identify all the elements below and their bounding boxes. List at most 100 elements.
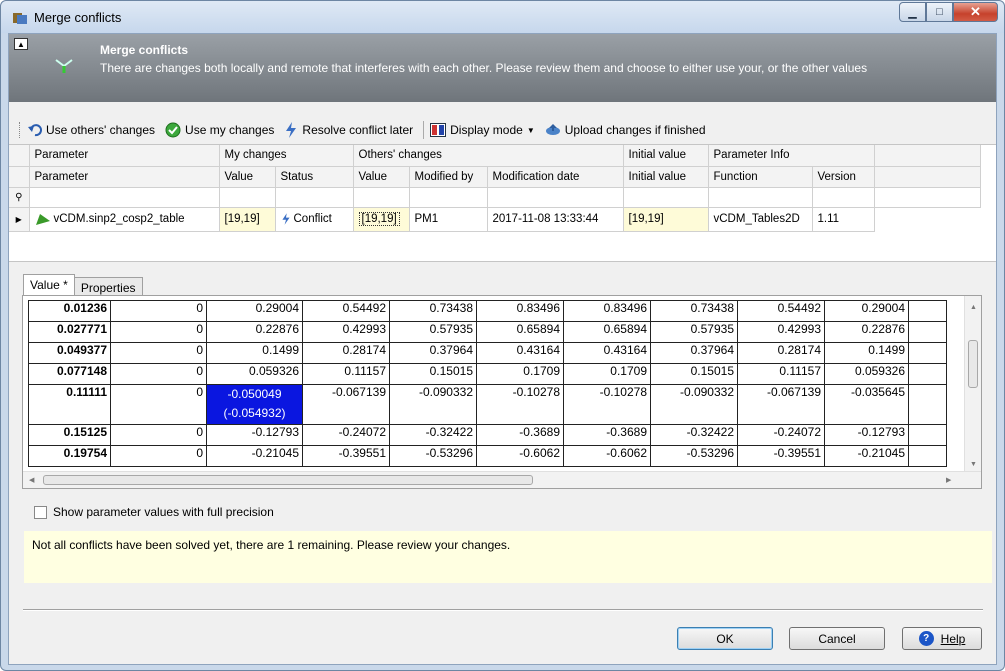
value-cell[interactable]: 0.11157	[737, 363, 825, 385]
cell-version[interactable]: 1.11	[812, 207, 875, 232]
value-cell[interactable]: 0.28174	[302, 342, 390, 364]
cell-initial-value[interactable]: [19,19]	[623, 207, 709, 232]
toolbar-grip[interactable]	[19, 122, 22, 138]
row-header-cell[interactable]: 0.19754	[28, 445, 111, 467]
value-cell[interactable]: 0.1709	[563, 363, 651, 385]
value-cell[interactable]: -0.39551	[737, 445, 825, 467]
value-cell[interactable]: 0	[110, 300, 207, 322]
value-cell[interactable]: -0.12793	[824, 424, 909, 446]
row-header-cell[interactable]: 0.049377	[28, 342, 111, 364]
value-cell[interactable]: 0.42993	[737, 321, 825, 343]
filter-cell[interactable]	[812, 187, 875, 208]
value-cell[interactable]: 0.29004	[206, 300, 303, 322]
value-cell[interactable]: 0.54492	[302, 300, 390, 322]
value-cell[interactable]: -0.090332	[389, 384, 477, 425]
value-cell[interactable]: -0.035645	[824, 384, 909, 425]
value-cell[interactable]: 0	[110, 321, 207, 343]
value-cell[interactable]: 0	[110, 384, 207, 425]
row-header-cell[interactable]: 0.15125	[28, 424, 111, 446]
value-cell[interactable]: -0.24072	[737, 424, 825, 446]
value-cell[interactable]: 0.059326	[824, 363, 909, 385]
value-cell[interactable]: -0.21045	[824, 445, 909, 467]
row-header-cell[interactable]: 0.01236	[28, 300, 111, 322]
value-cell[interactable]: 0	[110, 445, 207, 467]
row-header-cell[interactable]: 0.027771	[28, 321, 111, 343]
value-cell[interactable]: 0.37964	[650, 342, 738, 364]
value-cell[interactable]: 0.29004	[824, 300, 909, 322]
value-cell[interactable]: -0.53296	[650, 445, 738, 467]
cell-function[interactable]: vCDM_Tables2D	[708, 207, 813, 232]
value-cell[interactable]: 0.28174	[737, 342, 825, 364]
value-cell[interactable]: 0.57935	[650, 321, 738, 343]
value-cell[interactable]: -0.32422	[389, 424, 477, 446]
band-parameter-info[interactable]: Parameter Info	[708, 145, 875, 167]
use-my-changes-button[interactable]: Use my changes	[165, 122, 274, 138]
horizontal-scrollbar[interactable]: ◀ ▶	[23, 471, 981, 488]
value-cell[interactable]: 0.42993	[302, 321, 390, 343]
value-cell[interactable]: -0.067139	[737, 384, 825, 425]
value-cell[interactable]: 0.22876	[206, 321, 303, 343]
band-my-changes[interactable]: My changes	[219, 145, 354, 167]
filter-cell[interactable]	[623, 187, 709, 208]
value-cell[interactable]: 0.73438	[389, 300, 477, 322]
cell-parameter[interactable]: vCDM.sinp2_cosp2_table	[29, 207, 220, 232]
scroll-up-icon[interactable]: ▲	[970, 304, 977, 311]
value-cell[interactable]: -0.53296	[389, 445, 477, 467]
value-cell[interactable]: -0.6062	[563, 445, 651, 467]
value-cell[interactable]: 0.43164	[476, 342, 564, 364]
cancel-button[interactable]: Cancel	[789, 627, 885, 650]
vertical-scrollbar[interactable]: ▲ ▼	[964, 296, 981, 473]
filter-cell[interactable]	[487, 187, 624, 208]
cell-modification-date[interactable]: 2017-11-08 13:33:44	[487, 207, 624, 232]
row-header-cell[interactable]: 0.077148	[28, 363, 111, 385]
cell-modified-by[interactable]: PM1	[409, 207, 488, 232]
value-cell[interactable]: 0.1499	[206, 342, 303, 364]
value-cell[interactable]: 0.43164	[563, 342, 651, 364]
scroll-left-icon[interactable]: ◀	[29, 476, 34, 484]
col-modified-by[interactable]: Modified by	[409, 166, 488, 188]
close-button[interactable]: ✕	[953, 2, 998, 22]
filter-cell[interactable]	[353, 187, 410, 208]
horizontal-scroll-thumb[interactable]	[43, 475, 533, 485]
filter-cell[interactable]	[29, 187, 220, 208]
cell-my-value[interactable]: [19,19]	[219, 207, 276, 232]
row-header-cell[interactable]: 0.11111	[28, 384, 111, 425]
minimize-button[interactable]: ▁	[899, 2, 926, 22]
filter-cell[interactable]	[275, 187, 354, 208]
full-precision-checkbox[interactable]: Show parameter values with full precisio…	[34, 505, 274, 519]
collapse-banner-button[interactable]: ▲	[14, 38, 28, 50]
value-cell[interactable]: 0.22876	[824, 321, 909, 343]
value-cell[interactable]: 0.37964	[389, 342, 477, 364]
maximize-button[interactable]: □	[926, 2, 953, 22]
value-cell[interactable]: 0.73438	[650, 300, 738, 322]
scroll-right-icon[interactable]: ▶	[946, 476, 951, 484]
value-cell[interactable]: -0.24072	[302, 424, 390, 446]
value-cell[interactable]: 0.54492	[737, 300, 825, 322]
value-cell[interactable]: 0	[110, 363, 207, 385]
resolve-later-button[interactable]: Resolve conflict later	[284, 122, 413, 138]
col-initial-value[interactable]: Initial value	[623, 166, 709, 188]
col-status[interactable]: Status	[275, 166, 354, 188]
value-cell[interactable]: -0.3689	[476, 424, 564, 446]
band-parameter[interactable]: Parameter	[29, 145, 220, 167]
value-cell[interactable]: 0.059326	[206, 363, 303, 385]
display-mode-dropdown[interactable]: Display mode ▼	[430, 123, 535, 137]
value-cell[interactable]: -0.12793	[206, 424, 303, 446]
value-cell[interactable]: -0.3689	[563, 424, 651, 446]
value-cell[interactable]: 0.83496	[563, 300, 651, 322]
filter-cell[interactable]	[708, 187, 813, 208]
value-cell[interactable]: 0.65894	[563, 321, 651, 343]
selected-value-cell[interactable]: -0.050049 (-0.054932)	[206, 384, 303, 425]
value-cell[interactable]: -0.32422	[650, 424, 738, 446]
value-cell[interactable]: 0.1709	[476, 363, 564, 385]
value-cell[interactable]: -0.39551	[302, 445, 390, 467]
vertical-scroll-thumb[interactable]	[968, 340, 978, 388]
col-parameter[interactable]: Parameter	[29, 166, 220, 188]
upload-changes-button[interactable]: Upload changes if finished	[545, 123, 706, 137]
band-initial-value[interactable]: Initial value	[623, 145, 709, 167]
value-cell[interactable]: 0.83496	[476, 300, 564, 322]
value-cell[interactable]: -0.21045	[206, 445, 303, 467]
cell-status[interactable]: Conflict	[275, 207, 354, 232]
value-cell[interactable]: 0.15015	[389, 363, 477, 385]
filter-cell[interactable]	[409, 187, 488, 208]
